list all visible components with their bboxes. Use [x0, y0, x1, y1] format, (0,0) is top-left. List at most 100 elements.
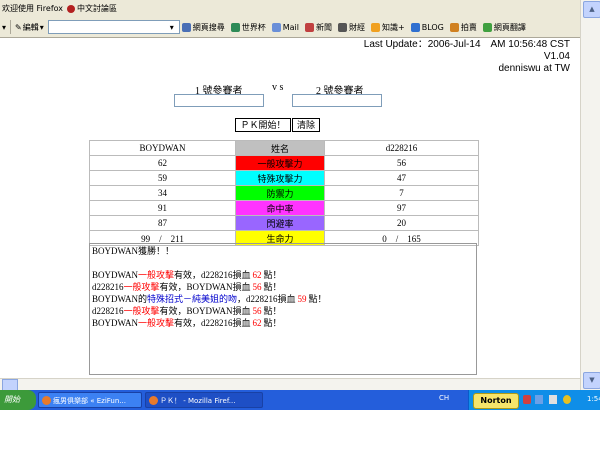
page-content: Last Update：2006-Jul-14 AM 10:56:48 CST … — [0, 38, 580, 378]
log-line: BOYDWAN一般攻擊有效，d228216損血 62 點！ — [92, 317, 474, 329]
stat-label: 一般攻擊力 — [235, 155, 325, 171]
log-line: BOYDWAN一般攻擊有效，d228216損血 62 點！ — [92, 269, 474, 281]
search-combobox[interactable] — [47, 20, 180, 34]
blank-area — [0, 410, 600, 450]
attacker-name: BOYDWAN的 — [92, 294, 147, 304]
log-line: BOYDWAN的特殊招式－純美姐的吻，d228216損血 59 點！ — [92, 293, 474, 305]
scroll-up-button[interactable]: ▲ — [583, 1, 600, 18]
log-text: 有效，BOYDWAN損血 — [159, 306, 251, 316]
player2-name: d228216 — [324, 140, 479, 156]
damage-value: 62 — [252, 318, 262, 328]
start-button[interactable]: 開始 — [0, 390, 36, 410]
clear-button[interactable]: 清除 — [292, 118, 320, 132]
toolbar-item-label: 拍賣 — [460, 22, 477, 32]
log-text: 有效，d228216損血 — [174, 270, 251, 280]
pk-start-button[interactable]: ＰＫ開始！ — [235, 118, 291, 132]
welcome-link[interactable]: 欢迎使用 Firefox — [2, 3, 63, 14]
forum-link[interactable]: 中文討論區 — [77, 3, 117, 14]
log-end: 點！ — [263, 318, 282, 328]
player1-stat: 34 — [89, 185, 236, 201]
author-text: denniswu at TW — [498, 63, 570, 74]
edit-menu[interactable]: 編輯 — [23, 22, 39, 33]
bookmarks-toolbar: 欢迎使用 Firefox 中文討論區 — [0, 0, 580, 18]
toolbar-item-8[interactable]: 網頁翻譯 — [482, 22, 526, 33]
attacker-name: d228216 — [92, 282, 124, 292]
log-line: d228216一般攻擊有效，BOYDWAN損血 56 點！ — [92, 305, 474, 317]
damage-value: 59 — [297, 294, 307, 304]
toolbar-item-5[interactable]: 知識+ — [371, 22, 405, 33]
antivirus-icon[interactable] — [563, 395, 571, 404]
table-row: 91 命中率 97 — [89, 200, 479, 216]
attacker-name: BOYDWAN — [92, 270, 138, 280]
toolbar-item-7[interactable]: 拍賣 — [449, 22, 477, 33]
toolbar-item-4[interactable]: 財經 — [338, 22, 365, 33]
attack-type: 一般攻擊 — [138, 318, 175, 328]
attack-type: 特殊招式－純美姐的吻 — [147, 294, 238, 304]
battle-log: BOYDWAN獲勝！！ BOYDWAN一般攻擊有效，d228216損血 62 點！ d… — [89, 243, 477, 375]
scroll-down-button[interactable]: ▼ — [583, 372, 600, 389]
log-text: 有效，BOYDWAN損血 — [159, 282, 251, 292]
last-update-text: Last Update：2006-Jul-14 AM 10:56:48 CST — [363, 39, 570, 50]
chevron-down-icon[interactable]: ▾ — [40, 23, 44, 32]
knowledge-icon — [371, 22, 380, 32]
shield-icon[interactable] — [523, 395, 531, 404]
news-icon — [305, 22, 314, 32]
table-row: 87 閃避率 20 — [89, 215, 479, 231]
edit-icon: ✎ — [15, 22, 22, 32]
toolbar-item-6[interactable]: BLOG — [410, 22, 444, 32]
player1-stat: 91 — [89, 200, 236, 216]
norton-button[interactable]: Norton — [473, 393, 519, 409]
toolbar-item-1[interactable]: 世界杯 — [230, 22, 266, 33]
player2-stat: 47 — [324, 170, 479, 186]
toolbar-item-label: 新聞 — [316, 22, 332, 32]
firefox-icon — [149, 396, 158, 405]
toolbar-item-0[interactable]: 網頁搜尋 — [181, 22, 225, 33]
stats-table: BOYDWAN 姓名 d228216 62 一般攻擊力 56 59 特殊攻擊力 47 34 防… — [89, 140, 479, 246]
taskbar-button-0[interactable]: 瘋男俱樂部 « EziFun... — [38, 392, 142, 408]
player1-input[interactable] — [174, 94, 264, 107]
log-text: ，d228216損血 — [237, 294, 296, 304]
volume-icon[interactable] — [549, 395, 557, 404]
player1-stat: 87 — [89, 215, 236, 231]
log-end: 點！ — [308, 294, 327, 304]
language-indicator[interactable]: CH — [439, 394, 449, 402]
name-header: 姓名 — [235, 140, 325, 156]
toolbar-arrow-icon[interactable]: ▾ — [2, 23, 6, 32]
toolbar-item-label: Mail — [282, 22, 299, 32]
player2-stat: 7 — [324, 185, 479, 201]
finance-icon — [338, 22, 347, 32]
toolbar-item-2[interactable]: Mail — [271, 22, 299, 32]
player1-stat: 62 — [89, 155, 236, 171]
taskbar-button-label: ＰＫ！ - Mozilla Firef... — [160, 397, 236, 405]
toolbar-item-label: 世界杯 — [241, 22, 266, 32]
yahoo-toolbar: ▾ ✎ 編輯 ▾ ▾ 網頁搜尋 世界杯 Mail 新聞 財經 知識+ BLOG 拍賣 網頁翻譯 — [0, 17, 580, 38]
log-line: d228216一般攻擊有效，BOYDWAN損血 56 點！ — [92, 281, 474, 293]
network-icon[interactable] — [535, 395, 543, 404]
toolbar-item-label: 財經 — [349, 22, 365, 32]
taskbar-button-1[interactable]: ＰＫ！ - Mozilla Firef... — [145, 392, 263, 408]
damage-value: 56 — [252, 282, 262, 292]
vertical-scrollbar[interactable]: ▲ ▼ — [580, 0, 600, 390]
taskbar-button-label: 瘋男俱樂部 « EziFun... — [53, 397, 126, 405]
toolbar-item-label: BLOG — [421, 22, 444, 32]
toolbar-item-3[interactable]: 新聞 — [305, 22, 332, 33]
player2-stat: 97 — [324, 200, 479, 216]
system-tray: CH Norton 1:54 — [439, 390, 600, 410]
combobox-dropdown-icon[interactable]: ▾ — [170, 23, 174, 32]
attacker-name: BOYDWAN — [92, 318, 138, 328]
damage-value: 56 — [252, 306, 262, 316]
player1-name: BOYDWAN — [89, 140, 236, 156]
player2-stat: 56 — [324, 155, 479, 171]
separator — [10, 20, 12, 34]
log-text: 有效，d228216損血 — [174, 318, 251, 328]
damage-value: 62 — [252, 270, 262, 280]
forum-icon — [67, 4, 76, 13]
winner-text: BOYDWAN獲勝！！ — [92, 246, 174, 256]
mail-icon — [271, 22, 281, 32]
firefox-icon — [42, 396, 51, 405]
stat-label: 防禦力 — [235, 185, 325, 201]
player2-input[interactable] — [292, 94, 382, 107]
translate-icon — [482, 22, 492, 32]
version-text: V1.04 — [543, 51, 570, 62]
taskbar: 開始 瘋男俱樂部 « EziFun... ＰＫ！ - Mozilla Firef.… — [0, 390, 600, 410]
